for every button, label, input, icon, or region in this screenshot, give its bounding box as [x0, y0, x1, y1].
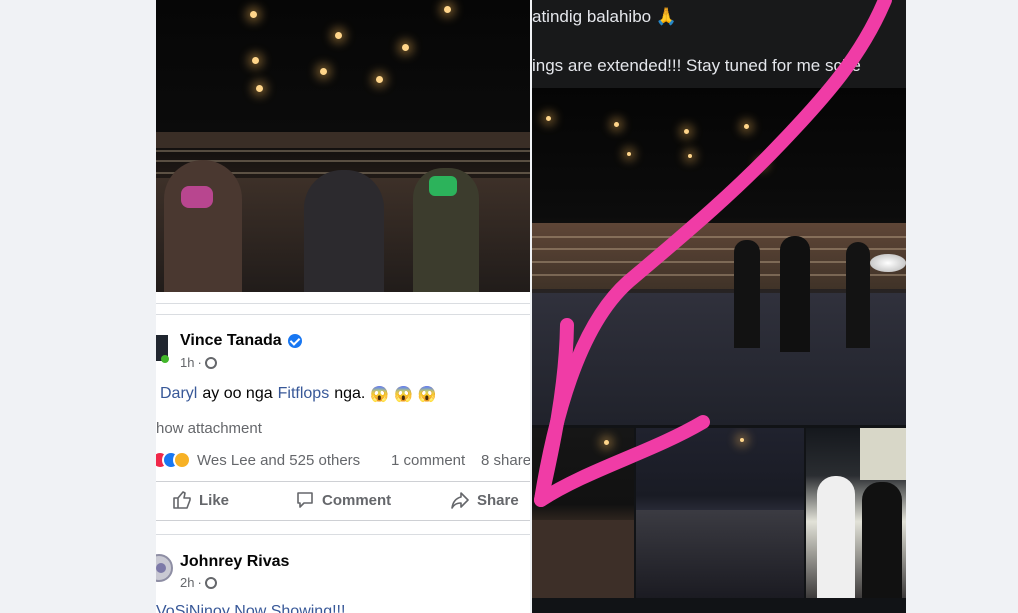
like-button[interactable]: Like: [172, 490, 229, 510]
ceiling-light: [376, 76, 383, 83]
post-preview-text[interactable]: VoSiNinoy Now Showing!!!: [156, 603, 345, 613]
share-label: Share: [477, 491, 519, 509]
mention-daryl[interactable]: Daryl: [160, 385, 197, 403]
ceiling-light: [684, 129, 689, 134]
post-text-part: nga.: [334, 385, 366, 402]
avatar-icon: [156, 554, 173, 582]
comment-bubble-icon: [297, 492, 313, 508]
shares-count[interactable]: 8 share: [481, 452, 530, 469]
cinema-audience-photo: [156, 0, 530, 292]
author-avatar[interactable]: [156, 553, 174, 583]
author-row: Johnrey Rivas: [180, 553, 289, 571]
ceiling-light: [444, 6, 451, 13]
post-text-part: ay oo nga: [202, 385, 273, 402]
pray-emoji: 🙏: [655, 7, 678, 26]
caption-line: ings are extended!!! Stay tuned for me s…: [532, 56, 861, 76]
post-caption-area: atindig balahibo 🙏 ings are extended!!! …: [532, 0, 906, 90]
post-divider: [156, 314, 530, 315]
poster-board: [860, 428, 906, 480]
fan-person: [862, 482, 902, 598]
ceiling-light: [627, 152, 631, 156]
reactions-count[interactable]: Wes Lee and 525 others: [197, 452, 360, 469]
author-avatar[interactable]: [156, 332, 180, 364]
face-mask: [429, 176, 457, 196]
caption-text: atindig balahibo: [532, 7, 652, 26]
ceiling-light: [402, 44, 409, 51]
person-on-stage: [846, 242, 870, 348]
ceiling-light: [252, 57, 259, 64]
ceiling-light: [614, 122, 619, 127]
audience-member: [164, 160, 242, 292]
person-on-stage: [780, 236, 810, 352]
separator-dot: ·: [197, 355, 202, 370]
seat-row: [532, 236, 906, 238]
ceiling-light: [760, 162, 764, 166]
globe-icon: [204, 356, 217, 369]
ceiling-light: [688, 154, 692, 158]
post-meta: 1h ·: [180, 355, 217, 370]
shock-emoji: 😱: [370, 386, 390, 403]
globe-icon: [204, 576, 217, 589]
face-mask: [181, 186, 213, 208]
ceiling-light: [604, 440, 609, 445]
author-row: Vince Tanada: [180, 332, 302, 350]
audience-thumbnail: [532, 428, 636, 598]
caption-text: ings are extended!!! Stay tuned for m: [532, 56, 811, 75]
vince-tanada-post: Vince Tanada 1h · Daryl ay oo nga Fitflo…: [156, 332, 530, 502]
left-facebook-post-screenshot: Vince Tanada 1h · Daryl ay oo nga Fitflo…: [156, 0, 530, 613]
reaction-icons: [156, 451, 192, 469]
crowd-row: [156, 132, 530, 148]
post-divider: [156, 534, 530, 535]
ceiling-light: [320, 68, 327, 75]
post-time[interactable]: 2h: [180, 575, 194, 590]
person-on-stage: [734, 240, 760, 348]
post-divider: [156, 303, 530, 304]
share-arrow-icon: [451, 492, 469, 509]
stage-spotlight: [870, 254, 906, 272]
shock-emoji: 😱: [417, 386, 437, 403]
ceiling-light: [740, 438, 744, 442]
johnrey-rivas-post: Johnrey Rivas 2h · VoSiNinoy Now Showing…: [156, 553, 530, 613]
ceiling-light: [256, 85, 263, 92]
right-facebook-post-screenshot: atindig balahibo 🙏 ings are extended!!! …: [532, 0, 906, 613]
audience-member: [304, 170, 384, 292]
mention-fitflops[interactable]: Fitflops: [278, 385, 330, 403]
caption-line: atindig balahibo 🙏: [532, 7, 677, 27]
separator-dot: ·: [197, 575, 202, 590]
post-time[interactable]: 1h: [180, 355, 194, 370]
audience-area: [532, 520, 634, 598]
ceiling-light: [546, 116, 551, 121]
share-button[interactable]: Share: [450, 490, 519, 510]
shock-emoji: 😱: [394, 386, 413, 403]
author-name[interactable]: Johnrey Rivas: [180, 553, 289, 571]
post-action-bar: Like Comment Share: [156, 481, 530, 521]
post-body-preview: VoSiNinoy Now Showing!!!: [156, 603, 345, 613]
ceiling-light: [335, 32, 342, 39]
post-body: Daryl ay oo nga Fitflops nga. 😱 😱 😱: [160, 385, 436, 403]
crowd-area: [636, 510, 804, 598]
like-label: Like: [199, 491, 230, 509]
haha-reaction-icon: [173, 451, 191, 469]
ceiling-light: [744, 124, 749, 129]
caption-text-end: e sche: [810, 56, 861, 75]
selfie-thumbnail: [806, 428, 906, 598]
thumbs-up-icon: [173, 491, 191, 509]
comment-label: Comment: [322, 491, 392, 509]
lobby-crowd-thumbnail: [636, 428, 806, 598]
verified-check-icon: [287, 334, 302, 348]
author-name[interactable]: Vince Tanada: [180, 332, 282, 350]
comments-count[interactable]: 1 comment: [391, 452, 465, 469]
avatar-icon: [156, 335, 169, 363]
show-attachment-link[interactable]: how attachment: [156, 420, 262, 437]
post-meta: 2h ·: [180, 575, 217, 590]
fan-person: [817, 476, 855, 598]
comment-button[interactable]: Comment: [295, 490, 391, 510]
ceiling-light: [250, 11, 257, 18]
seat-row: [156, 150, 530, 152]
cinema-stage-photo: [532, 88, 906, 425]
